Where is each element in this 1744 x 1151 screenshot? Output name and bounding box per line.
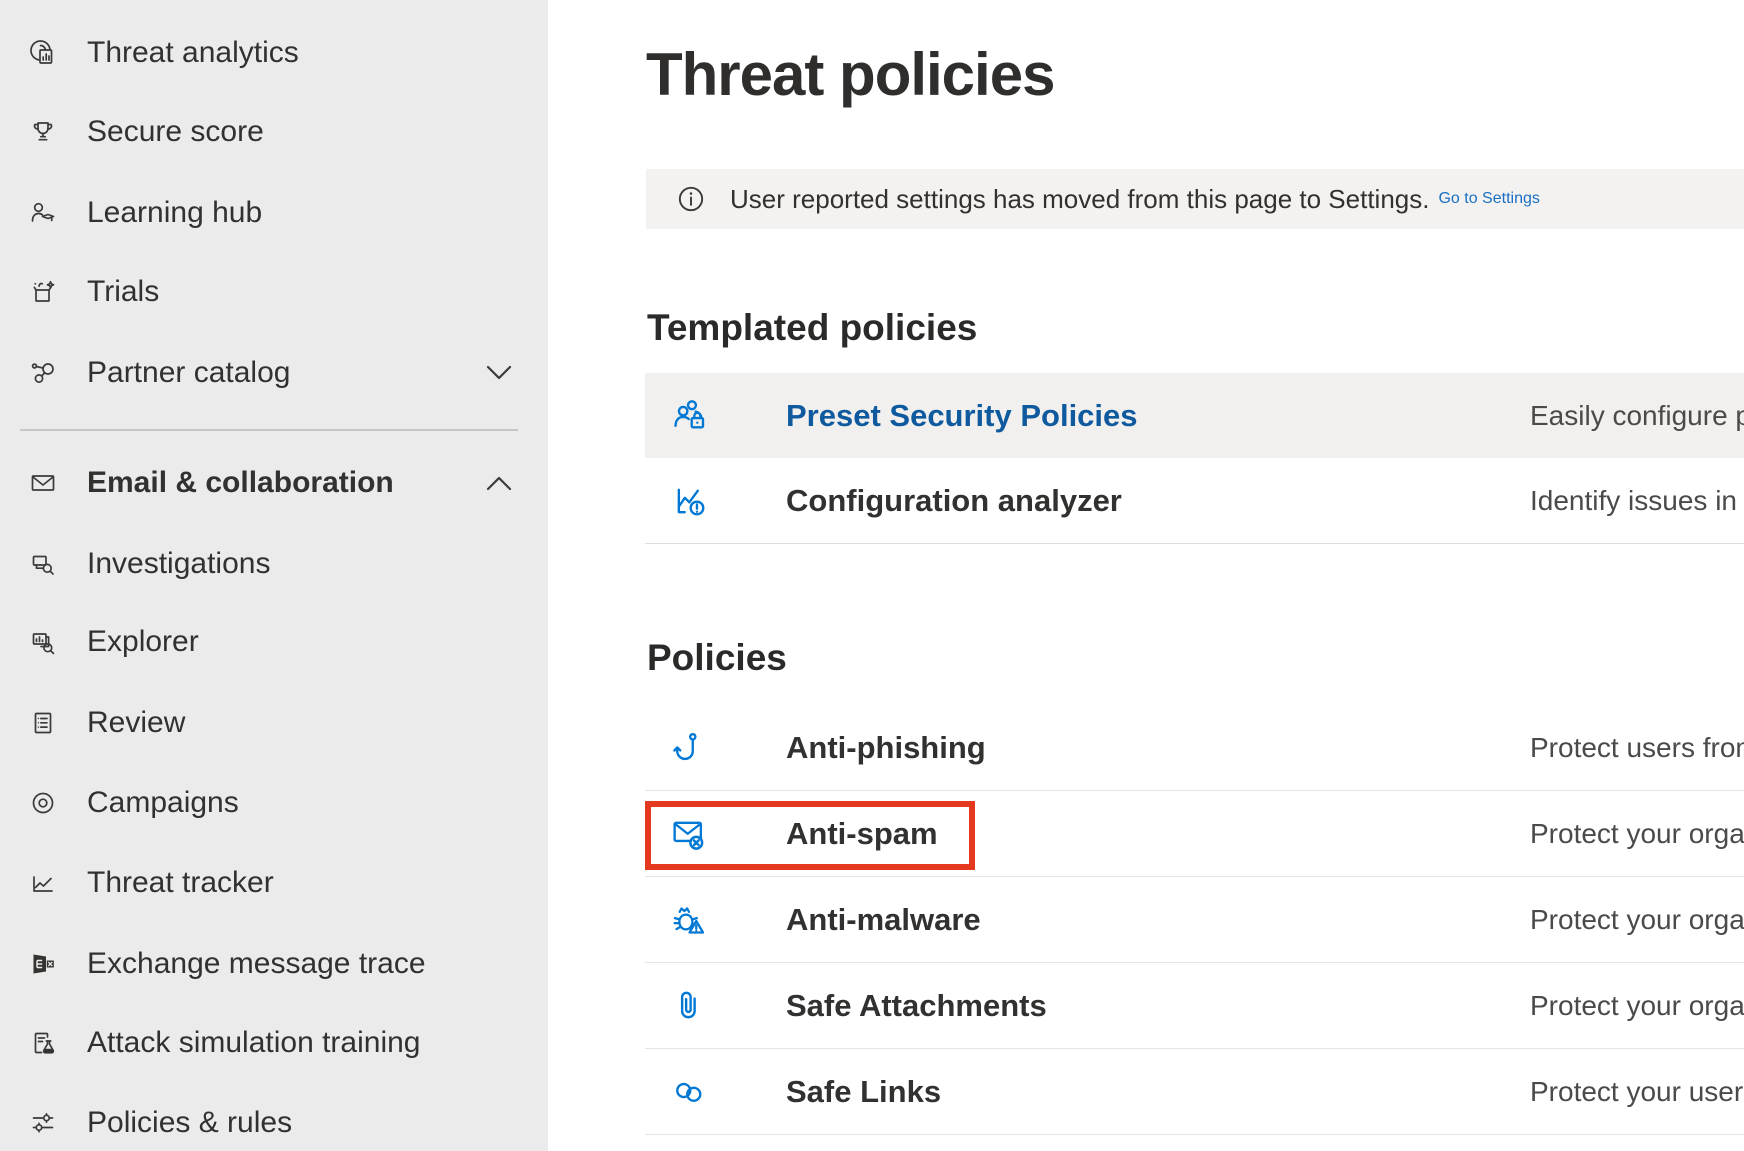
- safe-links-icon: [669, 1072, 709, 1112]
- sidebar-item-email-collaboration[interactable]: Email & collaboration: [0, 443, 548, 523]
- page-title: Threat policies: [646, 42, 1054, 108]
- partner-catalog-icon: [20, 357, 66, 389]
- sidebar-item-label: Partner catalog: [87, 356, 290, 390]
- row-description: Protect your users fr: [1530, 1076, 1744, 1108]
- attack-simulation-training-icon: [20, 1027, 66, 1059]
- main-content: Threat policies User reported settings h…: [548, 0, 1744, 1151]
- row-description: Protect your organiz: [1530, 818, 1744, 850]
- sidebar-item-threat-analytics[interactable]: Threat analytics: [0, 13, 548, 93]
- row-label: Anti-phishing: [786, 730, 986, 766]
- row-description: Protect your organiz: [1530, 904, 1744, 936]
- sidebar-item-label: Review: [87, 706, 185, 740]
- trials-icon: [20, 276, 66, 308]
- row-label: Safe Attachments: [786, 988, 1047, 1024]
- info-icon: [674, 182, 708, 216]
- preset-security-policies-link[interactable]: Preset Security Policies: [786, 398, 1138, 434]
- sidebar-item-label: Investigations: [87, 547, 270, 581]
- sidebar-item-label: Learning hub: [87, 196, 262, 230]
- campaigns-icon: [20, 787, 66, 819]
- row-safe-attachments[interactable]: Safe Attachments Protect your organiz: [645, 963, 1744, 1049]
- sidebar-item-investigations[interactable]: Investigations: [0, 524, 548, 604]
- sidebar-item-attack-simulation-training[interactable]: Attack simulation training: [0, 1003, 548, 1083]
- email-collaboration-icon: [20, 467, 66, 499]
- anti-spam-icon: [669, 814, 709, 854]
- sidebar-item-secure-score[interactable]: Secure score: [0, 92, 548, 172]
- chevron-up-icon[interactable]: [486, 475, 512, 491]
- row-label: Anti-spam: [786, 816, 938, 852]
- configuration-analyzer-icon: [669, 480, 711, 522]
- sidebar-item-explorer[interactable]: Explorer: [0, 602, 548, 682]
- chevron-down-icon[interactable]: [486, 365, 512, 381]
- go-to-settings-link[interactable]: Go to Settings: [1438, 190, 1539, 208]
- threat-tracker-icon: [20, 867, 66, 899]
- row-description: Easily configure prot: [1530, 400, 1744, 432]
- row-description: Protect users from p: [1530, 732, 1744, 764]
- sidebar-item-label: Threat analytics: [87, 36, 299, 70]
- sidebar-item-label: Trials: [87, 275, 159, 309]
- threat-analytics-icon: [20, 37, 66, 69]
- row-anti-phishing[interactable]: Anti-phishing Protect users from p: [645, 705, 1744, 791]
- sidebar-item-label: Exchange message trace: [87, 947, 426, 981]
- threat-policies-screen: Threat analytics Secure score: [0, 0, 1744, 1151]
- safe-attachments-icon: [669, 986, 709, 1026]
- row-label: Configuration analyzer: [786, 483, 1122, 519]
- sidebar-item-exchange-message-trace[interactable]: Exchange message trace: [0, 924, 548, 1004]
- anti-phishing-icon: [669, 728, 709, 768]
- sidebar-item-label: Threat tracker: [87, 866, 274, 900]
- anti-malware-icon: [669, 900, 709, 940]
- row-anti-spam[interactable]: Anti-spam Protect your organiz: [645, 791, 1744, 877]
- sidebar-item-review[interactable]: Review: [0, 683, 548, 763]
- sidebar-item-label: Explorer: [87, 625, 199, 659]
- policies-heading: Policies: [647, 636, 787, 680]
- templated-policies-heading: Templated policies: [647, 306, 977, 350]
- exchange-message-trace-icon: [20, 948, 66, 980]
- info-banner: User reported settings has moved from th…: [646, 169, 1744, 229]
- row-label: Safe Links: [786, 1074, 941, 1110]
- sidebar-item-campaigns[interactable]: Campaigns: [0, 763, 548, 843]
- row-preset-security-policies[interactable]: Preset Security Policies Easily configur…: [645, 373, 1744, 458]
- row-configuration-analyzer[interactable]: Configuration analyzer Identify issues i…: [645, 458, 1744, 544]
- banner-message: User reported settings has moved from th…: [730, 184, 1429, 215]
- policies-rules-icon: [20, 1107, 66, 1139]
- sidebar-item-label: Policies & rules: [87, 1106, 292, 1140]
- explorer-icon: [20, 626, 66, 658]
- review-icon: [20, 707, 66, 739]
- sidebar-item-policies-rules[interactable]: Policies & rules: [0, 1083, 548, 1151]
- preset-security-policies-icon: [669, 395, 711, 437]
- row-anti-malware[interactable]: Anti-malware Protect your organiz: [645, 877, 1744, 963]
- sidebar: Threat analytics Secure score: [0, 0, 548, 1151]
- sidebar-item-partner-catalog[interactable]: Partner catalog: [0, 333, 548, 413]
- sidebar-item-threat-tracker[interactable]: Threat tracker: [0, 843, 548, 923]
- secure-score-icon: [20, 116, 66, 148]
- row-description: Identify issues in you: [1530, 485, 1744, 517]
- sidebar-item-trials[interactable]: Trials: [0, 252, 548, 332]
- sidebar-item-learning-hub[interactable]: Learning hub: [0, 173, 548, 253]
- sidebar-item-label: Attack simulation training: [87, 1026, 421, 1060]
- sidebar-item-label: Email & collaboration: [87, 466, 394, 500]
- row-label: Anti-malware: [786, 902, 981, 938]
- row-description: Protect your organiz: [1530, 990, 1744, 1022]
- learning-hub-icon: [20, 197, 66, 229]
- sidebar-item-label: Campaigns: [87, 786, 239, 820]
- investigations-icon: [20, 548, 66, 580]
- row-safe-links[interactable]: Safe Links Protect your users fr: [645, 1049, 1744, 1135]
- sidebar-divider: [20, 429, 518, 431]
- sidebar-item-label: Secure score: [87, 115, 264, 149]
